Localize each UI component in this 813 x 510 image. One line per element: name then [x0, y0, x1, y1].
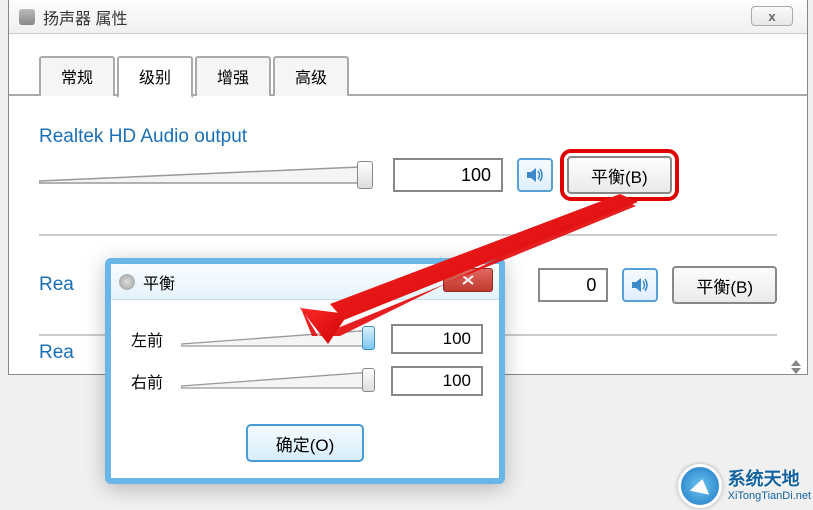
output1-mute-button[interactable] [517, 158, 553, 192]
slider-track-icon [181, 324, 381, 352]
slider-track-icon [39, 165, 369, 185]
left-front-slider[interactable] [181, 324, 381, 354]
watermark-main: 系统天地 [728, 470, 811, 490]
slider-thumb-icon[interactable] [357, 161, 373, 189]
slider-thumb-icon[interactable] [362, 368, 375, 392]
balance-dialog-title: 平衡 [143, 270, 175, 294]
left-front-row: 左前 100 [131, 324, 483, 354]
output2-label-partial: Rea [39, 274, 79, 296]
titlebar: 扬声器 属性 x [9, 0, 807, 34]
window-title: 扬声器 属性 [43, 5, 127, 29]
tab-enhance[interactable]: 增强 [195, 56, 271, 96]
right-front-value[interactable]: 100 [391, 366, 483, 396]
output2-balance-button[interactable]: 平衡(B) [672, 266, 777, 304]
output1-value[interactable]: 100 [393, 158, 503, 192]
tab-levels[interactable]: 级别 [117, 56, 193, 98]
window-icon [19, 9, 35, 25]
right-front-label: 右前 [131, 369, 171, 393]
watermark-sub: XiTongTianDi.net [728, 490, 811, 502]
output3-label-partial: Rea [39, 342, 79, 364]
output1-row: 100 平衡(B) [39, 156, 777, 194]
speaker-icon [630, 275, 650, 295]
left-front-value[interactable]: 100 [391, 324, 483, 354]
watermark-text: 系统天地 XiTongTianDi.net [728, 470, 811, 502]
tab-general[interactable]: 常规 [39, 56, 115, 96]
left-front-label: 左前 [131, 327, 171, 351]
output1-label: Realtek HD Audio output [39, 126, 777, 148]
divider [39, 234, 777, 236]
chevron-up-icon [791, 360, 801, 366]
tab-bar: 常规 级别 增强 高级 [9, 34, 807, 96]
balance-dialog-body: 左前 100 右前 100 [111, 300, 499, 414]
tab-advanced[interactable]: 高级 [273, 56, 349, 96]
output1-slider[interactable] [39, 157, 379, 193]
balance-dialog-close-button[interactable] [443, 268, 493, 292]
output2-mute-button[interactable] [622, 268, 658, 302]
close-icon [461, 274, 475, 286]
balance-dialog-titlebar: 平衡 [111, 264, 499, 300]
balance-dialog: 平衡 左前 100 右前 [105, 258, 505, 484]
right-front-slider[interactable] [181, 366, 381, 396]
scroll-spinner[interactable] [791, 360, 801, 390]
right-front-row: 右前 100 [131, 366, 483, 396]
speaker-icon [525, 165, 545, 185]
watermark: 系统天地 XiTongTianDi.net [678, 464, 811, 508]
slider-thumb-icon[interactable] [362, 326, 375, 350]
ok-button[interactable]: 确定(O) [246, 424, 365, 462]
watermark-logo-icon [678, 464, 722, 508]
output1-balance-button[interactable]: 平衡(B) [567, 156, 672, 194]
dialog-icon [119, 274, 135, 290]
slider-track-icon [181, 366, 381, 394]
output2-value[interactable]: 0 [538, 268, 608, 302]
close-button[interactable]: x [751, 6, 793, 26]
chevron-down-icon [791, 368, 801, 374]
balance-dialog-footer: 确定(O) [111, 414, 499, 478]
